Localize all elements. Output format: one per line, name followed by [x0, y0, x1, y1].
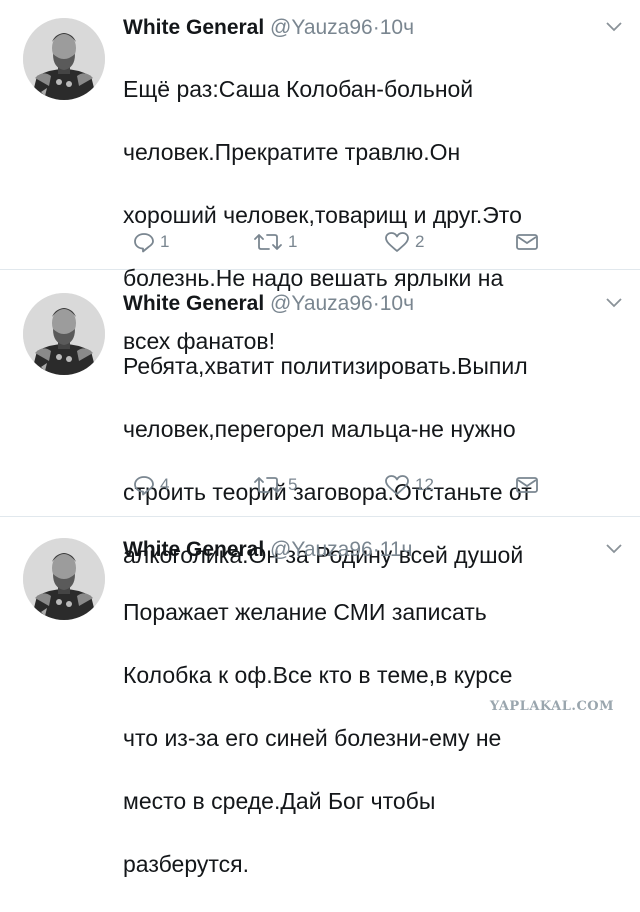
reply-icon	[134, 233, 154, 253]
retweet-button[interactable]: 5	[253, 472, 297, 498]
direct-message-button[interactable]	[515, 229, 544, 255]
retweet-icon	[254, 234, 282, 250]
tweet-text: Поражает желание СМИ записать Колобка к …	[123, 565, 620, 912]
tweet-text-line: хороший человек,товарищ и друг.Это	[123, 201, 522, 228]
meta-separator: ·	[372, 16, 380, 39]
author-handle[interactable]: @Yauza96	[270, 538, 373, 561]
meta-separator: ·	[372, 292, 380, 315]
reply-count: 4	[160, 475, 170, 494]
tweet-actions: 1 1 2	[0, 229, 640, 255]
tweet-text-line: человек.Прекратите травлю.Он	[123, 138, 461, 165]
like-button[interactable]: 2	[384, 229, 424, 255]
retweet-button[interactable]: 1	[253, 229, 297, 255]
chevron-down-icon[interactable]	[606, 22, 622, 32]
chevron-down-icon[interactable]	[606, 298, 622, 308]
tweet-text-line: Ребята,хватит политизировать.Выпил	[123, 352, 528, 379]
avatar[interactable]	[23, 18, 105, 100]
avatar[interactable]	[23, 293, 105, 375]
reply-button[interactable]: 1	[133, 229, 169, 255]
envelope-icon	[516, 234, 538, 250]
heart-icon	[385, 475, 409, 495]
envelope-icon	[516, 477, 538, 493]
reply-button[interactable]: 4	[133, 472, 169, 498]
tweet-text-line: Колобка к оф.Все кто в теме,в курсе	[123, 661, 513, 688]
tweet[interactable]: White General @Yauza96·10ч Ребята,хватит…	[0, 270, 640, 568]
author-handle[interactable]: @Yauza96	[270, 16, 373, 39]
tweet-time[interactable]: 10ч	[380, 292, 414, 315]
tweet-text-line: человек,перегорел мальца-не нужно	[123, 415, 516, 442]
author-handle[interactable]: @Yauza96	[270, 292, 373, 315]
author-name[interactable]: White General	[123, 538, 264, 561]
like-count: 2	[415, 232, 425, 251]
reply-count: 1	[160, 232, 170, 251]
tweet-actions: 4 5 12	[0, 472, 640, 498]
tweet-header: White General @Yauza96·10ч	[123, 290, 600, 318]
tweet-header: White General @Yauza96·11ч	[123, 536, 600, 564]
chevron-down-icon[interactable]	[606, 544, 622, 554]
tweet-text-line: Поражает желание СМИ записать	[123, 598, 487, 625]
retweet-count: 1	[288, 232, 298, 251]
general-portrait-icon	[23, 538, 105, 620]
heart-icon	[385, 232, 409, 252]
tweet-feed: White General @Yauza96·10ч Ещё раз:Саша …	[0, 0, 640, 877]
tweet-text-line: Ещё раз:Саша Колобан-больной	[123, 75, 474, 102]
author-name[interactable]: White General	[123, 292, 264, 315]
tweet-text-line: что из-за его синей болезни-ему не	[123, 724, 502, 751]
tweet-header: White General @Yauza96·10ч	[123, 14, 600, 42]
meta-separator: ·	[372, 538, 380, 561]
tweet[interactable]: White General @Yauza96·10ч Ещё раз:Саша …	[0, 0, 640, 354]
tweet-text-line: разберутся.	[123, 850, 249, 877]
like-button[interactable]: 12	[384, 472, 434, 498]
author-name[interactable]: White General	[123, 16, 264, 39]
tweet-text-line: место в среде.Дай Бог чтобы	[123, 787, 436, 814]
direct-message-button[interactable]	[515, 472, 544, 498]
avatar[interactable]	[23, 538, 105, 620]
general-portrait-icon	[23, 293, 105, 375]
retweet-count: 5	[288, 475, 298, 494]
general-portrait-icon	[23, 18, 105, 100]
retweet-icon	[254, 477, 282, 493]
like-count: 12	[415, 475, 434, 494]
tweet-time[interactable]: 10ч	[380, 16, 414, 39]
tweet-time[interactable]: 11ч	[380, 538, 413, 561]
site-watermark: YAPLAKAL.COM	[489, 699, 614, 714]
reply-icon	[134, 476, 154, 496]
